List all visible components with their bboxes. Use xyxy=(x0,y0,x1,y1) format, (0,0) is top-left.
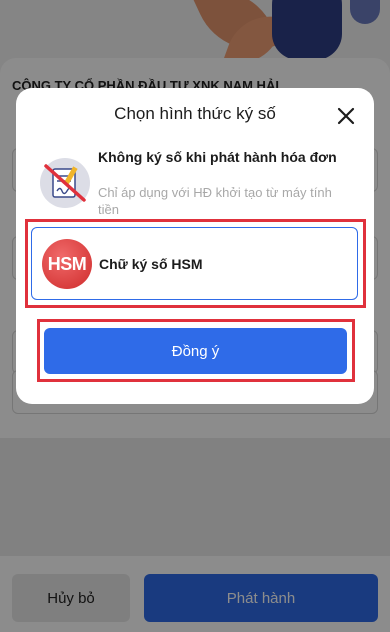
hsm-badge-icon: HSM xyxy=(42,239,92,289)
option-title: Không ký số khi phát hành hóa đơn xyxy=(98,149,337,165)
option-hsm-signature[interactable]: HSM Chữ ký số HSM xyxy=(31,227,358,300)
option-title: Chữ ký số HSM xyxy=(99,256,203,272)
no-signature-icon xyxy=(40,158,90,208)
confirm-button[interactable]: Đồng ý xyxy=(44,328,347,374)
dialog-title: Chọn hình thức ký số xyxy=(114,104,276,123)
option-no-signature[interactable]: Không ký số khi phát hành hóa đơn Chỉ áp… xyxy=(30,146,360,217)
close-icon[interactable] xyxy=(334,104,358,128)
option-subtitle: Chỉ áp dụng với HĐ khởi tạo từ máy tính … xyxy=(98,185,332,217)
